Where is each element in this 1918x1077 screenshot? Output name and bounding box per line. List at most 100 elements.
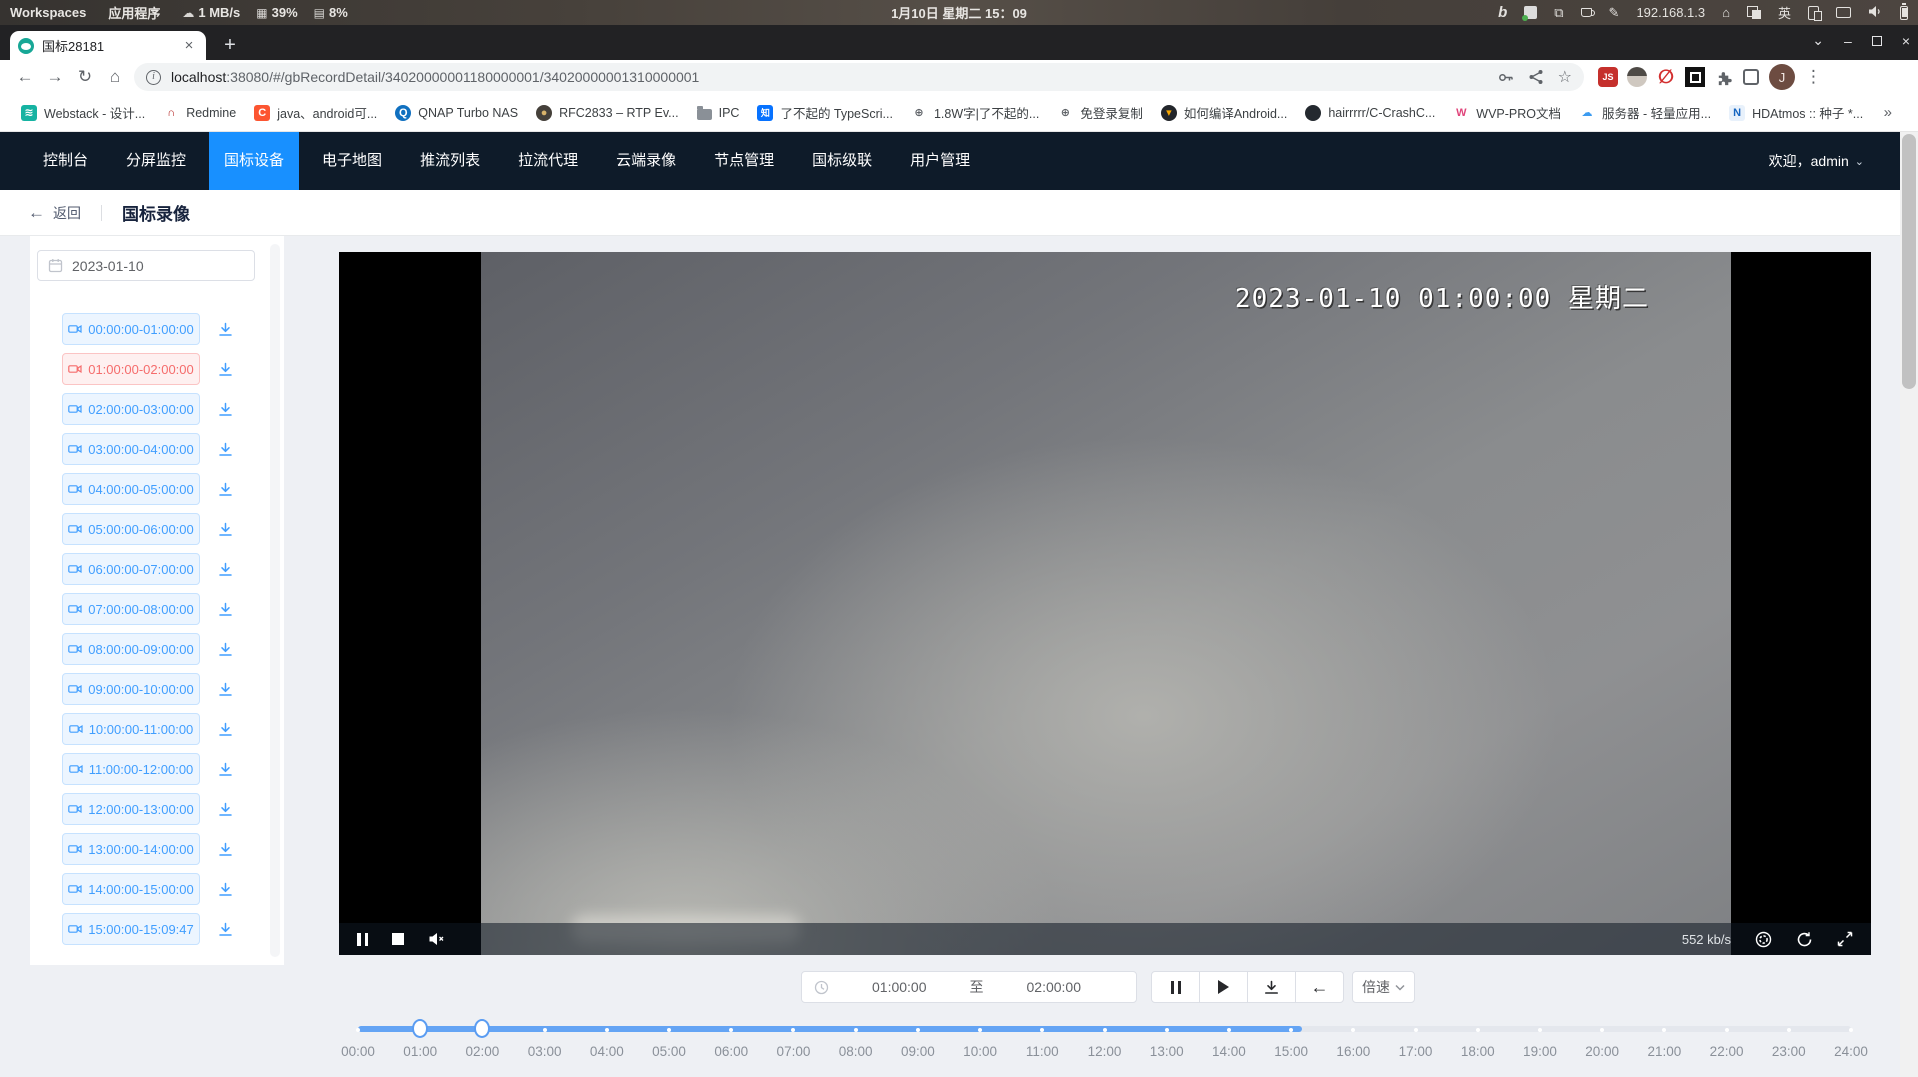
page-scrollbar[interactable]	[1900, 132, 1918, 1077]
download-icon[interactable]	[217, 601, 234, 618]
download-icon[interactable]	[217, 561, 234, 578]
nav-item-推流列表[interactable]: 推流列表	[405, 132, 495, 190]
bookmarks-overflow-icon[interactable]: »	[1884, 104, 1906, 121]
start-time-input[interactable]: 01:00:00	[829, 979, 970, 995]
nav-item-电子地图[interactable]: 电子地图	[307, 132, 397, 190]
bookmark-item[interactable]: Cjava、android可...	[245, 100, 386, 126]
window-minimize-button[interactable]: –	[1844, 33, 1852, 49]
nav-item-国标设备[interactable]: 国标设备	[209, 132, 299, 190]
display-icon[interactable]	[1836, 7, 1851, 18]
play-button[interactable]	[1199, 971, 1248, 1003]
js-extension-icon[interactable]: JS	[1598, 67, 1618, 87]
download-icon[interactable]	[217, 321, 234, 338]
back-arrow-icon[interactable]: ←	[28, 203, 45, 223]
bookmark-item[interactable]: WWVP-PRO文档	[1444, 100, 1570, 126]
app-tray-icon[interactable]	[1524, 6, 1537, 19]
rewind-button[interactable]: ←	[1295, 971, 1344, 1003]
workspaces-switcher-icon[interactable]	[1747, 6, 1761, 19]
segment-button[interactable]: 09:00:00-10:00:00	[62, 673, 200, 705]
segment-button[interactable]: 00:00:00-01:00:00	[62, 313, 200, 345]
segment-button[interactable]: 10:00:00-11:00:00	[62, 713, 200, 745]
download-icon[interactable]	[217, 721, 234, 738]
segment-button[interactable]: 06:00:00-07:00:00	[62, 553, 200, 585]
workspaces-button[interactable]: Workspaces	[10, 5, 86, 20]
bookmark-item[interactable]: 知了不起的 TypeScri...	[748, 100, 902, 126]
refresh-icon[interactable]	[1796, 931, 1813, 948]
nav-item-国标级联[interactable]: 国标级联	[797, 132, 887, 190]
nav-item-控制台[interactable]: 控制台	[28, 132, 103, 190]
download-icon[interactable]	[217, 801, 234, 818]
download-icon[interactable]	[217, 921, 234, 938]
back-button[interactable]: 返回	[53, 203, 81, 223]
volume-icon[interactable]	[1868, 5, 1883, 21]
download-icon[interactable]	[217, 521, 234, 538]
sidebar-scrollbar[interactable]	[270, 244, 280, 957]
segment-button[interactable]: 07:00:00-08:00:00	[62, 593, 200, 625]
download-button[interactable]	[1247, 971, 1296, 1003]
tab-search-icon[interactable]: ⌄	[1812, 32, 1824, 49]
url-text[interactable]: localhost:38080/#/gbRecordDetail/3402000…	[171, 69, 1483, 85]
segment-button[interactable]: 11:00:00-12:00:00	[62, 753, 200, 785]
browser-home-icon[interactable]: ⌂	[100, 67, 130, 87]
bookmark-item[interactable]: hairrrrr/C-CrashC...	[1296, 100, 1444, 126]
bookmark-item[interactable]: IPC	[688, 100, 749, 126]
download-icon[interactable]	[217, 441, 234, 458]
timeline-handle-end[interactable]	[474, 1019, 490, 1038]
browser-tab[interactable]: 国标28181 ×	[10, 31, 206, 60]
applications-button[interactable]: 应用程序	[108, 3, 160, 22]
timeline-handle-start[interactable]	[412, 1019, 428, 1038]
sidebar-extension-icon[interactable]	[1743, 69, 1759, 85]
bookmark-item[interactable]: NHDAtmos :: 种子 *...	[1720, 100, 1872, 126]
date-picker-input[interactable]: 2023-01-10	[37, 250, 255, 281]
segment-button[interactable]: 04:00:00-05:00:00	[62, 473, 200, 505]
bookmark-item[interactable]: ▾如何编译Android...	[1152, 100, 1297, 126]
nav-item-节点管理[interactable]: 节点管理	[699, 132, 789, 190]
address-bar[interactable]: i localhost:38080/#/gbRecordDetail/34020…	[134, 63, 1584, 91]
timeline-slider[interactable]: 00:0001:0002:0003:0004:0005:0006:0007:00…	[358, 1016, 1851, 1072]
segment-button[interactable]: 14:00:00-15:00:00	[62, 873, 200, 905]
new-tab-button[interactable]: +	[218, 34, 242, 56]
segment-button[interactable]: 13:00:00-14:00:00	[62, 833, 200, 865]
nav-item-用户管理[interactable]: 用户管理	[895, 132, 985, 190]
fullscreen-icon[interactable]	[1837, 931, 1853, 947]
download-icon[interactable]	[217, 401, 234, 418]
segment-button[interactable]: 08:00:00-09:00:00	[62, 633, 200, 665]
ip-address-indicator[interactable]: 192.168.1.3	[1636, 5, 1705, 20]
nav-item-拉流代理[interactable]: 拉流代理	[503, 132, 593, 190]
video-player[interactable]: 2023-01-10 01:00:00 星期二 552 kb/s	[339, 252, 1871, 955]
end-time-input[interactable]: 02:00:00	[984, 979, 1125, 995]
clipboard-tray-icon[interactable]: ⧉	[1554, 5, 1563, 21]
snapshot-icon[interactable]	[1755, 931, 1772, 948]
page-scrollbar-thumb[interactable]	[1902, 134, 1916, 389]
system-clock[interactable]: 1月10日 星期二 15：09	[891, 3, 1027, 22]
dark-extension-icon[interactable]	[1685, 67, 1705, 87]
color-picker-tray-icon[interactable]: ✎	[1609, 5, 1620, 21]
speed-dropdown[interactable]: 倍速	[1352, 971, 1415, 1003]
bookmark-item[interactable]: ⊕免登录复制	[1048, 100, 1152, 126]
player-pause-button[interactable]	[357, 933, 368, 946]
profile-avatar[interactable]: J	[1769, 64, 1795, 90]
bookmark-item[interactable]: ∩Redmine	[154, 100, 245, 126]
home-tray-icon[interactable]: ⌂	[1722, 5, 1730, 20]
share-icon[interactable]	[1528, 69, 1544, 85]
time-range-picker[interactable]: 01:00:00 至 02:00:00	[801, 971, 1137, 1003]
player-mute-icon[interactable]	[428, 932, 445, 946]
user-menu[interactable]: 欢迎，admin ⌄	[1769, 151, 1864, 171]
robber-extension-icon[interactable]	[1627, 67, 1647, 87]
download-icon[interactable]	[217, 681, 234, 698]
input-method-indicator[interactable]: 英	[1778, 3, 1791, 22]
segment-button[interactable]: 05:00:00-06:00:00	[62, 513, 200, 545]
download-icon[interactable]	[217, 481, 234, 498]
window-close-button[interactable]: ×	[1902, 33, 1910, 49]
bookmark-item[interactable]: QQNAP Turbo NAS	[386, 100, 527, 126]
bookmark-item[interactable]: ⊕1.8W字|了不起的...	[902, 100, 1048, 126]
segment-button[interactable]: 12:00:00-13:00:00	[62, 793, 200, 825]
download-icon[interactable]	[217, 361, 234, 378]
bookmark-item[interactable]: ☁服务器 - 轻量应用...	[1570, 100, 1720, 126]
bookmark-item[interactable]: ≋Webstack - 设计...	[12, 100, 154, 126]
reload-icon[interactable]: ↻	[70, 67, 100, 87]
password-key-icon[interactable]	[1497, 69, 1514, 86]
download-icon[interactable]	[217, 641, 234, 658]
caffeine-tray-icon[interactable]	[1581, 8, 1592, 17]
segment-button[interactable]: 03:00:00-04:00:00	[62, 433, 200, 465]
